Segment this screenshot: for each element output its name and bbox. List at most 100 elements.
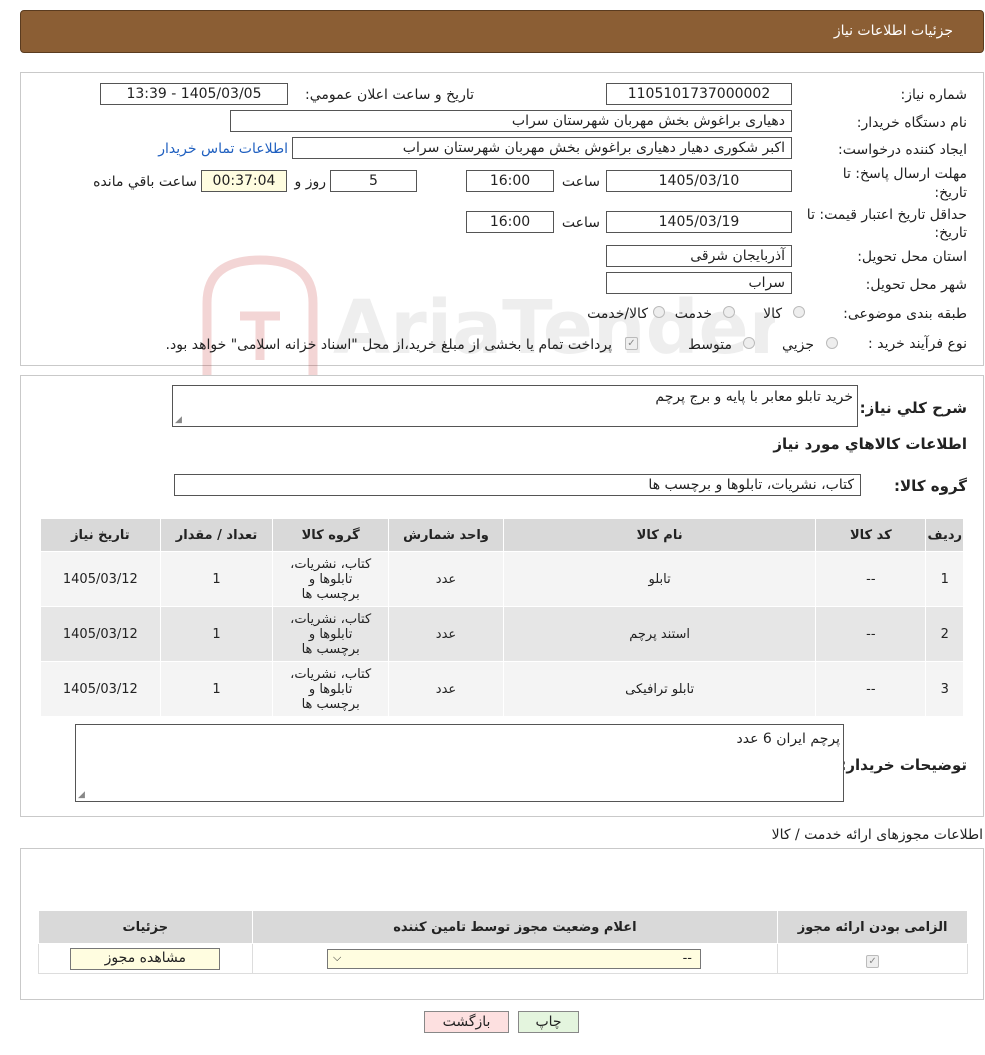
cell-group: کتاب، نشريات، تابلوها و برچسب ها <box>272 551 389 607</box>
cell-unit: عدد <box>387 661 505 717</box>
col-permit-status: اعلام وضعيت مجوز توسط تامين کننده <box>251 910 779 944</box>
col-row: رديف <box>925 518 964 552</box>
process-minor-label: جزيي <box>782 337 814 353</box>
cell-row: 1 <box>925 551 964 607</box>
city-field: سراب <box>606 272 792 294</box>
cell-row: 3 <box>925 661 964 717</box>
print-button[interactable]: چاپ <box>518 1011 579 1033</box>
permits-title: اطلاعات مجوزهای ارائه خدمت / کالا <box>771 827 983 843</box>
validity-time-field: 16:00 <box>466 211 554 233</box>
province-field: آذربایجان شرقی <box>606 245 792 267</box>
goods-group-label: گروه کالا: <box>894 477 967 495</box>
need-number-field: 1105101737000002 <box>606 83 792 105</box>
province-label: استان محل تحويل: <box>857 249 967 265</box>
col-permit-details: جزئيات <box>38 910 253 944</box>
table-row: ✓ -- ⌵ مشاهده مجوز <box>38 943 968 974</box>
col-qty: تعداد / مقدار <box>159 518 274 552</box>
requester-field: اکبر شکوری دهیار دهیاری براغوش بخش مهربا… <box>292 137 792 159</box>
category-goods-label: کالا <box>763 306 782 322</box>
cell-unit: عدد <box>387 551 505 607</box>
permit-status-select[interactable]: -- ⌵ <box>326 948 701 969</box>
buyer-notes-text: پرچم ایران 6 عدد <box>736 731 841 747</box>
view-permit-button[interactable]: مشاهده مجوز <box>70 947 221 970</box>
chevron-down-icon: ⌵ <box>332 950 342 964</box>
table-row: 3 -- تابلو ترافیکی عدد کتاب، نشريات، تاب… <box>40 661 964 717</box>
permit-select-value: -- <box>682 950 692 966</box>
resize-handle-icon: ◢ <box>78 790 85 800</box>
table-row: 2 -- استند پرچم عدد کتاب، نشريات، تابلوه… <box>40 606 964 662</box>
summary-textarea[interactable]: خرید تابلو معابر با پایه و برج پرچم ◢ <box>172 385 858 427</box>
permit-details-cell: مشاهده مجوز <box>38 943 253 974</box>
deadline-time-field: 16:00 <box>466 170 554 192</box>
cell-code: -- <box>815 551 927 607</box>
cell-qty: 1 <box>159 606 274 662</box>
category-label: طبقه بندی موضوعی: <box>843 306 967 322</box>
cell-code: -- <box>815 661 927 717</box>
goods-info-title: اطلاعات کالاهاي مورد نياز <box>773 435 967 453</box>
category-radio-service[interactable] <box>723 306 735 318</box>
remaining-time-field: 00:37:04 <box>201 170 287 192</box>
buyer-org-field: دهیاری براغوش بخش مهربان شهرستان سراب <box>230 110 792 132</box>
category-goods-service-label: کالا/خدمت <box>587 306 648 322</box>
validity-date-field: 1405/03/19 <box>606 211 792 233</box>
process-radio-medium[interactable] <box>743 337 755 349</box>
page-header: جزئیات اطلاعات نیاز <box>20 10 984 53</box>
requester-label: ايجاد کننده درخواست: <box>838 142 967 158</box>
contact-link[interactable]: اطلاعات تماس خريدار <box>150 140 288 158</box>
resize-handle-icon: ◢ <box>175 415 182 425</box>
back-button[interactable]: بازگشت <box>424 1011 509 1033</box>
category-radio-goods[interactable] <box>793 306 805 318</box>
deadline-date-field: 1405/03/10 <box>606 170 792 192</box>
cell-qty: 1 <box>159 551 274 607</box>
cell-qty: 1 <box>159 661 274 717</box>
treasury-checkbox[interactable]: ✓ <box>625 337 638 350</box>
cell-group: کتاب، نشريات، تابلوها و برچسب ها <box>272 606 389 662</box>
goods-table-header: رديف کد کالا نام کالا واحد شمارش گروه کا… <box>40 518 964 552</box>
col-group: گروه کالا <box>272 518 389 552</box>
col-name: نام کالا <box>502 518 817 552</box>
need-number-label: شماره نیاز: <box>900 87 968 103</box>
validity-time-label: ساعت <box>561 215 600 231</box>
days-label: روز و <box>294 174 327 190</box>
days-field: 5 <box>330 170 417 192</box>
col-code: کد کالا <box>815 518 927 552</box>
permits-table: الزامی بودن ارائه مجوز اعلام وضعيت مجوز … <box>38 910 968 974</box>
col-permit-required: الزامی بودن ارائه مجوز <box>777 910 968 944</box>
permit-status-cell: -- ⌵ <box>251 943 779 974</box>
validity-label-line1: حداقل تاريخ اعتبار قيمت: تا <box>806 207 967 223</box>
permit-required-checkbox[interactable]: ✓ <box>866 955 880 968</box>
cell-row: 2 <box>925 606 964 662</box>
payment-note: پرداخت تمام یا بخشی از مبلغ خرید،از محل … <box>165 337 612 353</box>
permit-required-cell: ✓ <box>777 943 968 974</box>
cell-date: 1405/03/12 <box>40 661 161 717</box>
buyer-org-label: نام دستگاه خريدار: <box>856 115 967 131</box>
goods-table: رديف کد کالا نام کالا واحد شمارش گروه کا… <box>40 518 964 717</box>
process-radio-minor[interactable] <box>826 337 838 349</box>
cell-name: استند پرچم <box>502 606 817 662</box>
buyer-notes-textarea[interactable]: پرچم ایران 6 عدد ◢ <box>75 724 844 802</box>
goods-group-field: کتاب، نشريات، تابلوها و برچسب ها <box>174 474 861 496</box>
deadline-time-label: ساعت <box>561 174 600 190</box>
category-radio-goods-service[interactable] <box>653 306 665 318</box>
cell-date: 1405/03/12 <box>40 551 161 607</box>
process-medium-label: متوسط <box>688 337 732 353</box>
category-service-label: خدمت <box>674 306 712 322</box>
cell-unit: عدد <box>387 606 505 662</box>
buyer-notes-label: توضيحات خريدار: <box>840 756 967 774</box>
cell-code: -- <box>815 606 927 662</box>
cell-group: کتاب، نشريات، تابلوها و برچسب ها <box>272 661 389 717</box>
col-date: تاريخ نياز <box>40 518 161 552</box>
announce-label: تاریخ و ساعت اعلان عمومي: <box>305 87 474 103</box>
table-row: 1 -- تابلو عدد کتاب، نشريات، تابلوها و ب… <box>40 551 964 607</box>
announce-field: 1405/03/05 - 13:39 <box>100 83 288 105</box>
cell-date: 1405/03/12 <box>40 606 161 662</box>
watermark-text: AriaTender.neT <box>333 285 775 371</box>
remaining-label: ساعت باقي مانده <box>93 174 197 190</box>
col-unit: واحد شمارش <box>387 518 505 552</box>
deadline-label-line1: مهلت ارسال پاسخ: تا <box>842 166 967 182</box>
validity-label-line2: تاريخ: <box>934 225 967 241</box>
summary-label: شرح کلي نياز: <box>859 399 967 417</box>
deadline-label-line2: تاريخ: <box>934 185 967 201</box>
process-label: نوع فرآيند خريد : <box>868 336 967 352</box>
city-label: شهر محل تحويل: <box>865 277 967 293</box>
